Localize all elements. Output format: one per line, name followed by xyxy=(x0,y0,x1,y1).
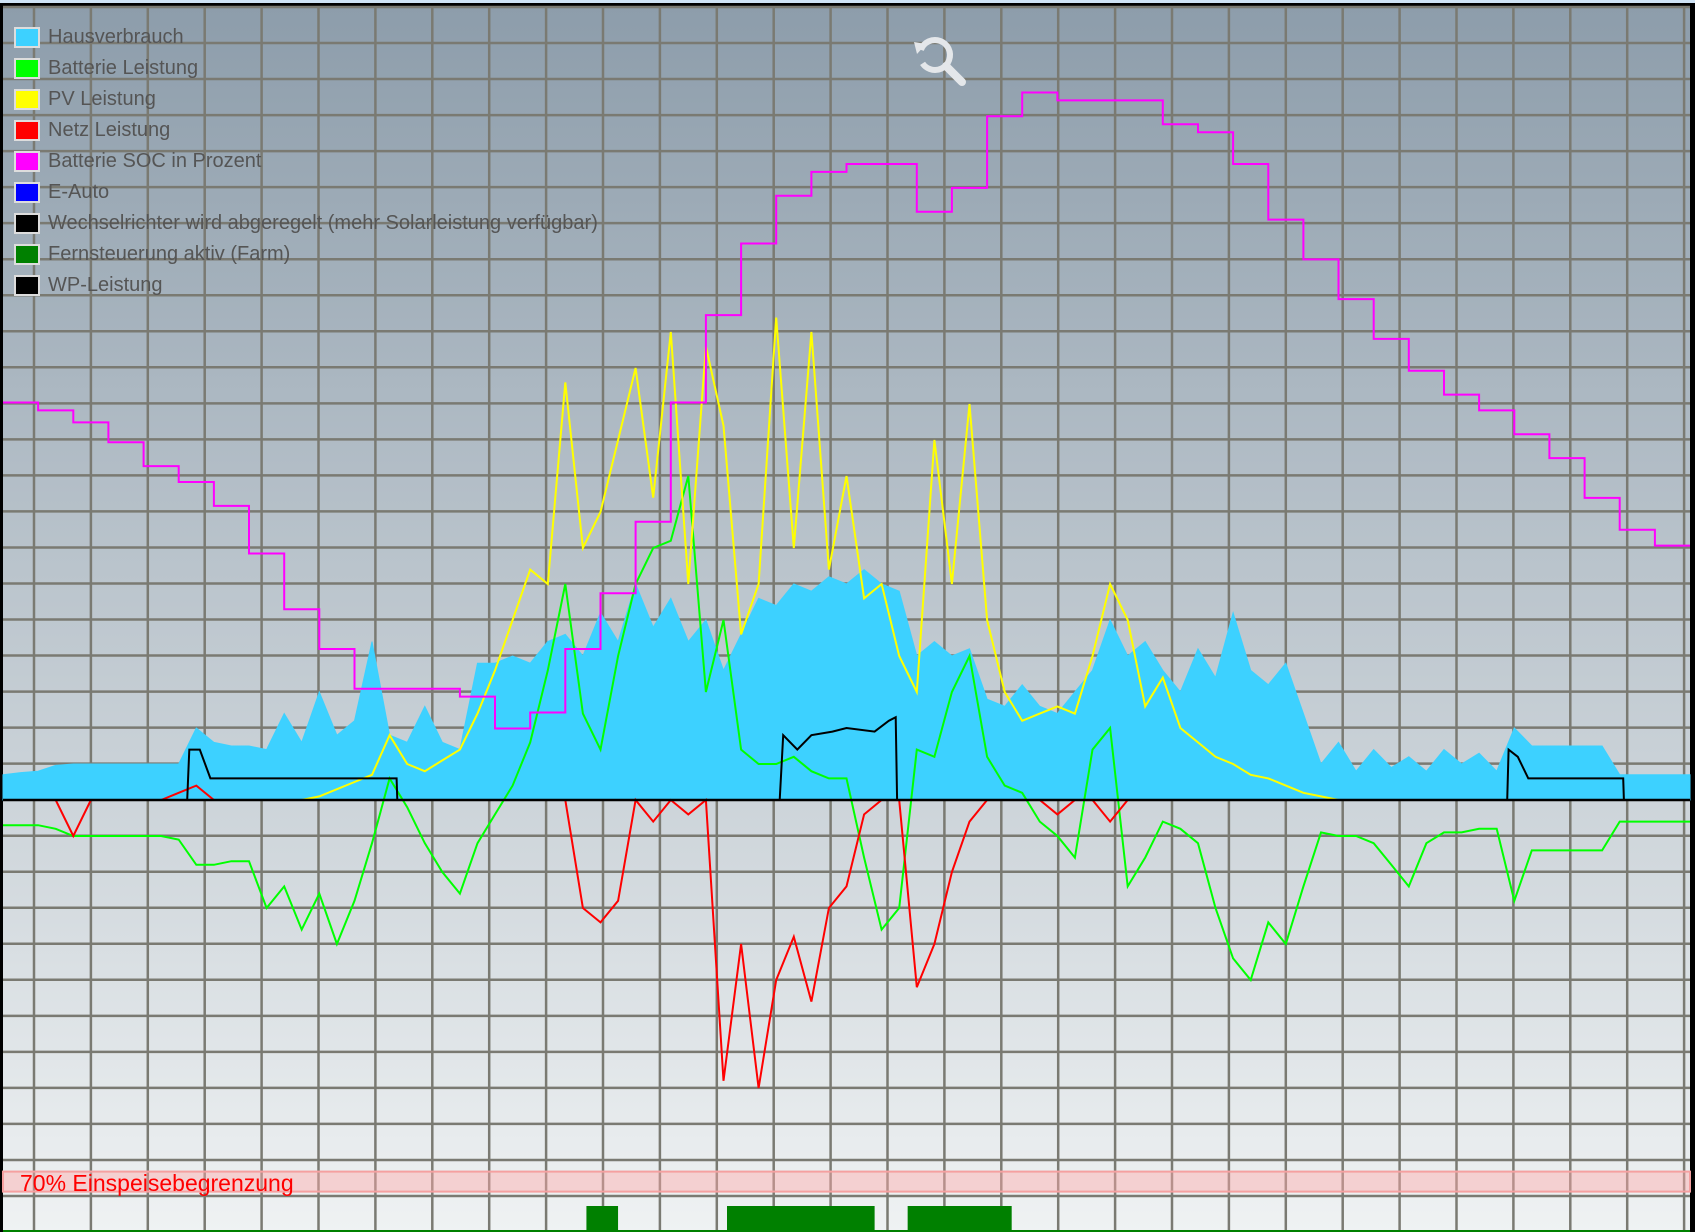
fernsteuerung-bar xyxy=(727,1206,875,1232)
legend-label: Hausverbrauch xyxy=(48,26,184,48)
legend-label: PV Leistung xyxy=(48,88,156,110)
legend-item[interactable]: PV Leistung xyxy=(14,84,598,115)
reset-zoom-button[interactable] xyxy=(908,30,970,92)
legend-swatch xyxy=(14,244,40,265)
legend-label: WP-Leistung xyxy=(48,274,163,296)
legend-label: Netz Leistung xyxy=(48,119,171,141)
reset-zoom-icon xyxy=(914,36,966,86)
legend-label: Batterie SOC in Prozent xyxy=(48,150,262,172)
legend-label: Wechselrichter wird abgeregelt (mehr Sol… xyxy=(48,212,598,234)
legend-swatch xyxy=(14,89,40,110)
feed-in-limit-label: 70% Einspeisebegrenzung xyxy=(20,1170,294,1196)
legend-swatch xyxy=(14,151,40,172)
legend: Hausverbrauch Batterie Leistung PV Leistun… xyxy=(14,22,598,301)
legend-swatch xyxy=(14,27,40,48)
fernsteuerung-bar xyxy=(907,1206,1012,1232)
energy-chart: Hausverbrauch Batterie Leistung PV Leistun… xyxy=(0,0,1695,1232)
legend-swatch xyxy=(14,213,40,234)
legend-item[interactable]: Batterie Leistung xyxy=(14,53,598,84)
legend-swatch xyxy=(14,275,40,296)
legend-item[interactable]: Batterie SOC in Prozent xyxy=(14,146,598,177)
legend-item[interactable]: Wechselrichter wird abgeregelt (mehr Sol… xyxy=(14,208,598,239)
legend-item[interactable]: Hausverbrauch xyxy=(14,22,598,53)
legend-item[interactable]: E-Auto xyxy=(14,177,598,208)
legend-swatch xyxy=(14,58,40,79)
legend-label: Fernsteuerung aktiv (Farm) xyxy=(48,243,291,265)
legend-item[interactable]: Fernsteuerung aktiv (Farm) xyxy=(14,239,598,270)
legend-item[interactable]: Netz Leistung xyxy=(14,115,598,146)
legend-swatch xyxy=(14,120,40,141)
legend-label: E-Auto xyxy=(48,181,110,203)
legend-label: Batterie Leistung xyxy=(48,57,199,79)
fernsteuerung-bar xyxy=(586,1206,619,1232)
legend-item[interactable]: WP-Leistung xyxy=(14,270,598,301)
legend-swatch xyxy=(14,182,40,203)
